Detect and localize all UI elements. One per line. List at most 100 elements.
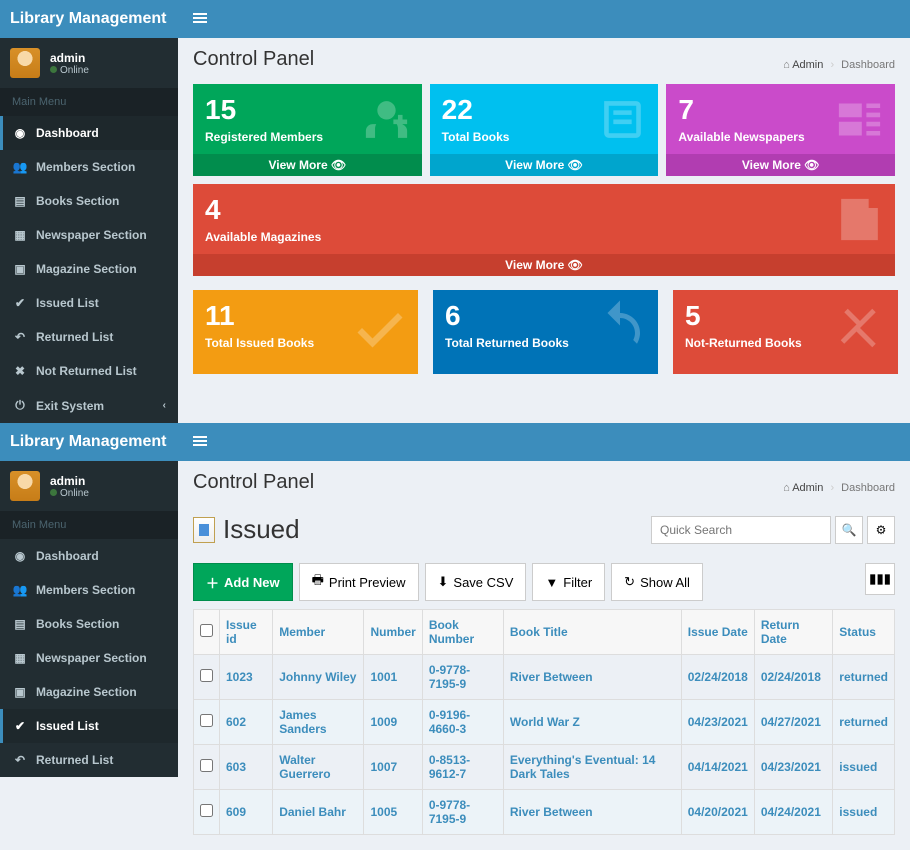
cell-return-date[interactable]: 04/27/2021 [754,700,832,745]
row-checkbox[interactable] [200,714,213,727]
cell-issue-date[interactable]: 04/23/2021 [681,700,754,745]
search-button[interactable]: 🔍 [835,516,863,544]
cell-number[interactable]: 1007 [364,745,422,790]
stat-card2-1: 6 Total Returned Books [433,290,658,374]
cell-book-number[interactable]: 0-9778-7195-9 [422,655,503,700]
sidebar-item-books-section[interactable]: ▤ Books Section [0,184,178,218]
view-more-link[interactable]: View More 👁 [193,254,895,276]
sidebar-item-not-returned-list[interactable]: ✖ Not Returned List [0,354,178,388]
breadcrumb-current: Dashboard [841,482,895,494]
breadcrumb-home[interactable]: Admin [792,59,823,71]
book-icon: ▤ [12,194,28,208]
avatar [10,471,40,501]
cell-title[interactable]: World War Z [503,700,681,745]
add-new-button[interactable]: ＋Add New [193,563,293,601]
users-icon: 👥 [12,160,28,174]
cell-id[interactable]: 609 [220,790,273,835]
sidebar-item-returned-list[interactable]: ↶ Returned List [0,743,178,777]
app-logo[interactable]: Library Management [0,10,178,28]
cell-member[interactable]: Johnny Wiley [273,655,364,700]
cell-number[interactable]: 1001 [364,655,422,700]
search-input[interactable] [651,516,831,544]
user-status: Online [50,65,89,76]
breadcrumb-home[interactable]: Admin [792,482,823,494]
cell-status[interactable]: issued [833,790,895,835]
cell-book-number[interactable]: 0-9196-4660-3 [422,700,503,745]
cell-status[interactable]: returned [833,655,895,700]
select-all-checkbox[interactable] [200,624,213,637]
row-checkbox[interactable] [200,669,213,682]
cell-issue-date[interactable]: 04/14/2021 [681,745,754,790]
cell-book-number[interactable]: 0-9778-7195-9 [422,790,503,835]
cell-member[interactable]: Daniel Bahr [273,790,364,835]
sidebar-item-issued-list[interactable]: ✔ Issued List [0,709,178,743]
cell-return-date[interactable]: 02/24/2018 [754,655,832,700]
sidebar-item-dashboard[interactable]: ◉ Dashboard [0,539,178,573]
sidebar-item-books-section[interactable]: ▤ Books Section [0,607,178,641]
eye-icon: 👁 [331,158,346,172]
col-issue-id[interactable]: Issue id [220,610,273,655]
col-member[interactable]: Member [273,610,364,655]
col-number[interactable]: Number [364,610,422,655]
print-preview-button[interactable]: 🖶Print Preview [299,563,419,601]
col-status[interactable]: Status [833,610,895,655]
book-icon: ▤ [12,617,28,631]
stat-icon [830,298,890,358]
stat-card-0: 15 Registered Members View More 👁 [193,84,422,176]
cell-title[interactable]: Everything's Eventual: 14 Dark Tales [503,745,681,790]
eye-icon: 👁 [568,158,583,172]
sidebar-item-returned-list[interactable]: ↶ Returned List [0,320,178,354]
breadcrumb-current: Dashboard [841,59,895,71]
cell-member[interactable]: James Sanders [273,700,364,745]
col-issue-date[interactable]: Issue Date [681,610,754,655]
issued-icon [193,517,215,543]
sidebar-item-newspaper-section[interactable]: ▦ Newspaper Section [0,641,178,675]
table-view-button[interactable]: ▮▮▮ [865,563,895,595]
cell-return-date[interactable]: 04/24/2021 [754,790,832,835]
menu-header: Main Menu [0,511,178,539]
sidebar-item-members-section[interactable]: 👥 Members Section [0,150,178,184]
refresh-icon: ↻ [624,574,635,590]
stat-icon [359,92,414,147]
settings-button[interactable]: ⚙ [867,516,895,544]
cell-book-number[interactable]: 0-8513-9612-7 [422,745,503,790]
cell-issue-date[interactable]: 02/24/2018 [681,655,754,700]
app-logo[interactable]: Library Management [0,433,178,451]
sidebar-item-exit-system[interactable]: ⏻ Exit System‹ [0,388,178,423]
sidebar: admin Online Main Menu ◉ Dashboard 👥 Mem… [0,461,178,777]
view-more-link[interactable]: View More 👁 [430,154,659,176]
cell-number[interactable]: 1009 [364,700,422,745]
sidebar-item-magazine-section[interactable]: ▣ Magazine Section [0,675,178,709]
col-book-title[interactable]: Book Title [503,610,681,655]
row-checkbox[interactable] [200,804,213,817]
cell-title[interactable]: River Between [503,655,681,700]
sidebar-item-issued-list[interactable]: ✔ Issued List [0,286,178,320]
view-more-link[interactable]: View More 👁 [666,154,895,176]
user-panel: admin Online [0,38,178,88]
col-book-number[interactable]: Book Number [422,610,503,655]
cell-return-date[interactable]: 04/23/2021 [754,745,832,790]
cell-id[interactable]: 602 [220,700,273,745]
cell-status[interactable]: issued [833,745,895,790]
cell-member[interactable]: Walter Guerrero [273,745,364,790]
sidebar-item-members-section[interactable]: 👥 Members Section [0,573,178,607]
sidebar-item-magazine-section[interactable]: ▣ Magazine Section [0,252,178,286]
cell-id[interactable]: 603 [220,745,273,790]
save-csv-button[interactable]: ⬇Save CSV [425,563,527,601]
cell-title[interactable]: River Between [503,790,681,835]
view-more-link[interactable]: View More 👁 [193,154,422,176]
cell-issue-date[interactable]: 04/20/2021 [681,790,754,835]
cell-status[interactable]: returned [833,700,895,745]
sidebar-item-newspaper-section[interactable]: ▦ Newspaper Section [0,218,178,252]
cell-number[interactable]: 1005 [364,790,422,835]
menu-label: Returned List [36,330,113,344]
col-return-date[interactable]: Return Date [754,610,832,655]
filter-button[interactable]: ▼Filter [532,563,605,601]
download-icon: ⬇ [438,574,449,590]
row-checkbox[interactable] [200,759,213,772]
cell-id[interactable]: 1023 [220,655,273,700]
show-all-button[interactable]: ↻Show All [611,563,703,601]
sidebar-toggle[interactable] [178,434,222,451]
sidebar-toggle[interactable] [178,11,222,28]
sidebar-item-dashboard[interactable]: ◉ Dashboard [0,116,178,150]
